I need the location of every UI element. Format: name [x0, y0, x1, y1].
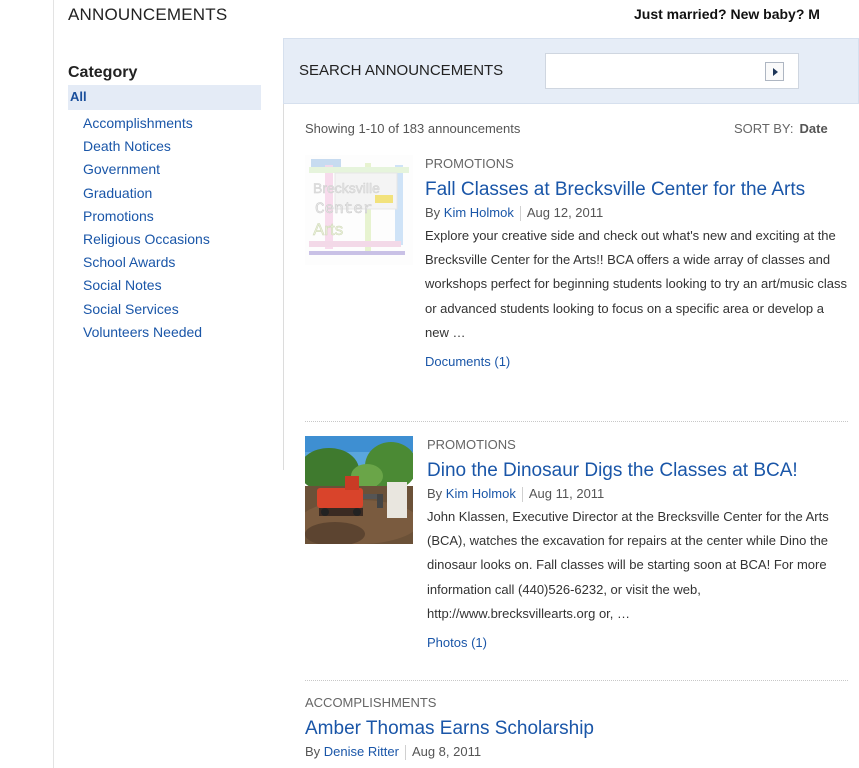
byline-separator: [404, 745, 406, 761]
category-item-social-services[interactable]: Social Services: [83, 299, 261, 322]
thumbnail-bca-logo[interactable]: Brecksville Center Arts: [305, 155, 413, 265]
results-count: Showing 1-10 of 183 announcements: [305, 121, 521, 136]
announcement-category: ACCOMPLISHMENTS: [305, 695, 437, 710]
announcement-date: Aug 8, 2011: [411, 744, 482, 759]
search-input[interactable]: [545, 53, 799, 89]
announcement-body: PROMOTIONS Fall Classes at Brecksville C…: [425, 155, 848, 369]
category-heading: Category: [68, 64, 138, 81]
category-item-accomplishments[interactable]: Accomplishments: [83, 113, 261, 136]
promo-text[interactable]: Just married? New baby? M: [634, 6, 820, 22]
category-item-religious-occasions[interactable]: Religious Occasions: [83, 229, 261, 252]
announcement-category: PROMOTIONS: [425, 156, 514, 171]
byline-by: By: [427, 486, 443, 501]
category-item-all[interactable]: All: [68, 85, 261, 110]
byline: By Kim Holmok Aug 11, 2011: [427, 484, 848, 505]
announcement-title-link[interactable]: Fall Classes at Brecksville Center for t…: [425, 177, 848, 203]
announcement-excerpt: John Klassen, Executive Director at the …: [427, 509, 829, 621]
announcement-body: PROMOTIONS Dino the Dinosaur Digs the Cl…: [427, 436, 848, 650]
announcement-item: ACCOMPLISHMENTS Amber Thomas Earns Schol…: [305, 694, 848, 768]
search-label: SEARCH ANNOUNCEMENTS: [299, 62, 504, 79]
item-divider: [305, 421, 848, 422]
category-item-social-notes[interactable]: Social Notes: [83, 275, 261, 298]
author-link[interactable]: Denise Ritter: [324, 744, 399, 759]
author-link[interactable]: Kim Holmok: [444, 205, 514, 220]
search-panel: SEARCH ANNOUNCEMENTS: [283, 38, 859, 104]
documents-link[interactable]: Documents (1): [425, 354, 848, 369]
search-submit-button[interactable]: [765, 62, 784, 81]
thumb-text-brecksville: Brecksville: [313, 180, 380, 196]
announcement-date: Aug 11, 2011: [528, 486, 605, 501]
category-item-graduation[interactable]: Graduation: [83, 183, 261, 206]
sort-control: SORT BY: Date: [734, 121, 828, 136]
thumb-text-center: Center: [315, 200, 373, 218]
announcement-body: ACCOMPLISHMENTS Amber Thomas Earns Schol…: [305, 694, 848, 763]
play-arrow-icon: [772, 67, 778, 76]
photos-link[interactable]: Photos (1): [427, 635, 848, 650]
byline: By Denise Ritter Aug 8, 2011: [305, 742, 848, 763]
announcement-item: Brecksville Center Arts PROMOTIONS Fall …: [305, 155, 848, 420]
announcement-item: PROMOTIONS Dino the Dinosaur Digs the Cl…: [305, 436, 848, 676]
announcement-title-link[interactable]: Amber Thomas Earns Scholarship: [305, 716, 848, 742]
announcement-category: PROMOTIONS: [427, 437, 516, 452]
byline-by: By: [305, 744, 321, 759]
category-item-school-awards[interactable]: School Awards: [83, 252, 261, 275]
thumbnail-excavation-photo[interactable]: [305, 436, 413, 544]
item-divider: [305, 680, 848, 681]
author-link[interactable]: Kim Holmok: [446, 486, 516, 501]
category-item-volunteers-needed[interactable]: Volunteers Needed: [83, 322, 261, 345]
panel-divider: [283, 104, 284, 470]
category-item-government[interactable]: Government: [83, 159, 261, 182]
category-item-death-notices[interactable]: Death Notices: [83, 136, 261, 159]
sort-label: SORT BY:: [734, 121, 794, 136]
announcement-title-link[interactable]: Dino the Dinosaur Digs the Classes at BC…: [427, 458, 848, 484]
category-list: Accomplishments Death Notices Government…: [68, 113, 261, 345]
byline-separator: [521, 487, 523, 503]
announcement-date: Aug 12, 2011: [526, 205, 604, 220]
thumb-text-arts: Arts: [313, 220, 343, 239]
byline: By Kim Holmok Aug 12, 2011: [425, 203, 848, 224]
announcement-excerpt: Explore your creative side and check out…: [425, 228, 847, 340]
left-border: [53, 0, 54, 768]
category-item-promotions[interactable]: Promotions: [83, 206, 261, 229]
byline-by: By: [425, 205, 441, 220]
sort-by-date[interactable]: Date: [800, 121, 828, 136]
byline-separator: [519, 206, 521, 222]
category-sidebar: Category All Accomplishments Death Notic…: [68, 64, 261, 345]
page-title: ANNOUNCEMENTS: [68, 5, 228, 24]
